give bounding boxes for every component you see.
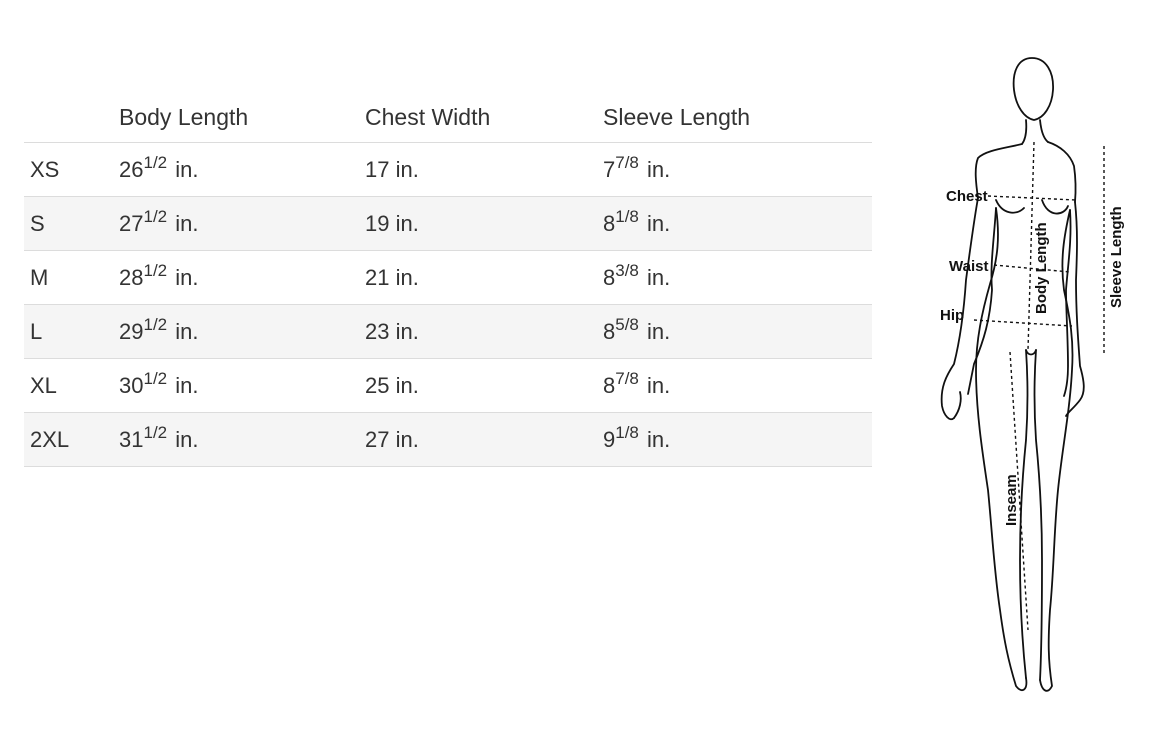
unit: in. — [169, 426, 199, 452]
size-label: XS — [24, 142, 119, 197]
unit: in. — [169, 156, 199, 182]
body-length-fraction: 1/2 — [143, 422, 168, 442]
sleeve-length-fraction: 3/8 — [615, 260, 639, 280]
table-row: 2XL 311/2 in. 27 in. 91/8 in. — [24, 412, 872, 467]
mannequin-illustration: Chest Waist Hip Body Length Sleeve Lengt… — [940, 57, 1125, 692]
sleeve-length-whole: 9 — [603, 426, 616, 452]
body-length-whole: 28 — [119, 264, 144, 290]
size-label: L — [24, 304, 119, 359]
chest-width-cell: 21 in. — [365, 250, 603, 305]
size-label: XL — [24, 358, 119, 413]
sleeve-length-fraction: 1/8 — [615, 206, 639, 226]
table-row: M 281/2 in. 21 in. 83/8 in. — [24, 250, 872, 305]
sleeve-length-cell: 83/8 in. — [603, 250, 872, 305]
size-label: M — [24, 250, 119, 305]
mannequin-outline — [940, 57, 1085, 692]
unit: in. — [169, 264, 199, 290]
header-size — [24, 92, 119, 143]
size-label: S — [24, 196, 119, 251]
unit: in. — [169, 210, 199, 236]
unit: in. — [640, 372, 671, 398]
body-length-label: Body Length — [1033, 222, 1050, 314]
table-row: XS 261/2 in. 17 in. 77/8 in. — [24, 142, 872, 197]
chest-width-cell: 25 in. — [365, 358, 603, 413]
body-length-cell: 291/2 in. — [119, 304, 365, 359]
body-length-cell: 311/2 in. — [119, 412, 365, 467]
table-header-row: Body Length Chest Width Sleeve Length — [24, 92, 872, 143]
sleeve-length-whole: 7 — [603, 156, 616, 182]
sleeve-length-cell: 91/8 in. — [603, 412, 872, 467]
body-length-cell: 281/2 in. — [119, 250, 365, 305]
sleeve-length-fraction: 1/8 — [615, 422, 639, 442]
header-sleeve-length: Sleeve Length — [603, 92, 872, 143]
body-length-fraction: 1/2 — [143, 314, 168, 334]
table-row: XL 301/2 in. 25 in. 87/8 in. — [24, 358, 872, 413]
body-length-whole: 26 — [119, 156, 144, 182]
sleeve-length-fraction: 5/8 — [615, 314, 639, 334]
sleeve-length-whole: 8 — [603, 210, 616, 236]
sleeve-length-cell: 77/8 in. — [603, 142, 872, 197]
sleeve-length-fraction: 7/8 — [615, 368, 639, 388]
sleeve-length-fraction: 7/8 — [615, 152, 639, 172]
sleeve-length-whole: 8 — [603, 372, 616, 398]
inseam-label: Inseam — [1003, 474, 1020, 526]
sleeve-length-label: Sleeve Length — [1108, 206, 1125, 308]
header-body-length: Body Length — [119, 92, 365, 143]
unit: in. — [640, 156, 671, 182]
sleeve-length-cell: 85/8 in. — [603, 304, 872, 359]
hip-label: Hip — [940, 307, 964, 324]
waist-line — [993, 264, 1071, 273]
unit: in. — [169, 318, 199, 344]
waist-label: Waist — [949, 258, 988, 275]
unit: in. — [640, 264, 671, 290]
chest-label: Chest — [946, 188, 988, 205]
chest-width-cell: 19 in. — [365, 196, 603, 251]
size-label: 2XL — [24, 412, 119, 467]
table-row: L 291/2 in. 23 in. 85/8 in. — [24, 304, 872, 359]
body-length-fraction: 1/2 — [143, 260, 168, 280]
unit: in. — [169, 372, 199, 398]
body-length-whole: 29 — [119, 318, 144, 344]
sleeve-length-whole: 8 — [603, 318, 616, 344]
chest-width-cell: 23 in. — [365, 304, 603, 359]
body-length-fraction: 1/2 — [143, 368, 168, 388]
body-length-cell: 301/2 in. — [119, 358, 365, 413]
measurement-figure: Chest Waist Hip Body Length Sleeve Lengt… — [930, 50, 1130, 700]
header-chest-width: Chest Width — [365, 92, 603, 143]
body-length-fraction: 1/2 — [143, 152, 168, 172]
sleeve-length-cell: 87/8 in. — [603, 358, 872, 413]
sleeve-length-cell: 81/8 in. — [603, 196, 872, 251]
chest-width-cell: 17 in. — [365, 142, 603, 197]
body-length-cell: 271/2 in. — [119, 196, 365, 251]
body-length-whole: 30 — [119, 372, 144, 398]
sleeve-length-whole: 8 — [603, 264, 616, 290]
body-length-fraction: 1/2 — [143, 206, 168, 226]
unit: in. — [640, 426, 671, 452]
unit: in. — [640, 318, 671, 344]
body-length-whole: 27 — [119, 210, 144, 236]
unit: in. — [640, 210, 671, 236]
body-length-whole: 31 — [119, 426, 144, 452]
table-row: S 271/2 in. 19 in. 81/8 in. — [24, 196, 872, 251]
size-chart-table: Body Length Chest Width Sleeve Length XS… — [24, 92, 872, 467]
hip-line — [973, 319, 1073, 327]
chest-width-cell: 27 in. — [365, 412, 603, 467]
body-length-cell: 261/2 in. — [119, 142, 365, 197]
